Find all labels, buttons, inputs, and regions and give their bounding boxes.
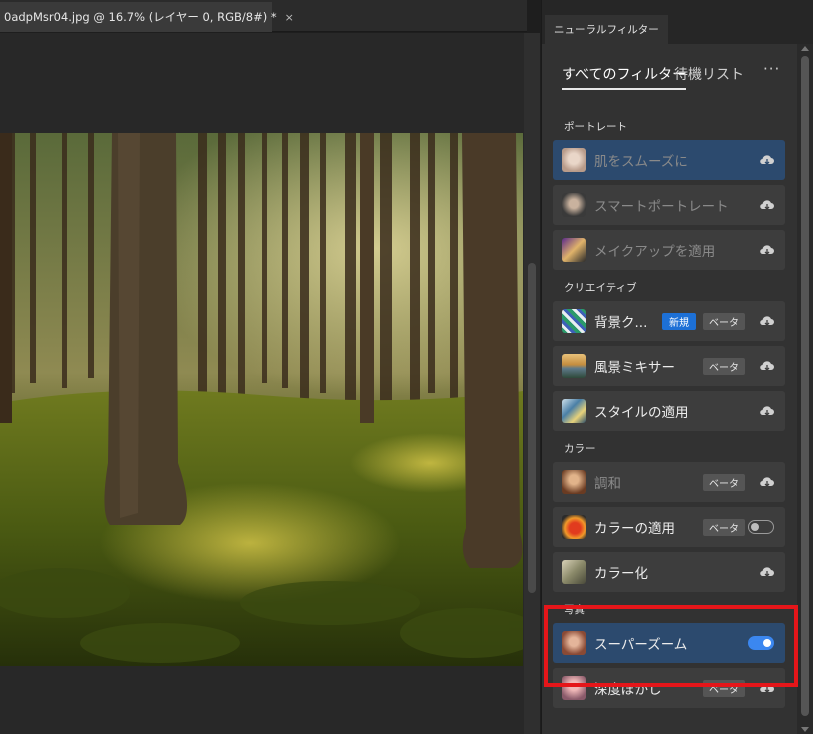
landscape-mixer-thumbnail: [562, 354, 586, 378]
panel-tab-bar: ニューラルフィルター: [542, 0, 813, 44]
beta-badge: ベータ: [703, 474, 745, 491]
filter-harmonization[interactable]: 調和 ベータ: [553, 462, 785, 502]
scroll-up-arrow-icon[interactable]: [801, 46, 809, 51]
canvas-scroll-thumb[interactable]: [528, 263, 536, 593]
filter-label: 肌をスムーズに: [594, 154, 688, 170]
panel-scroll-thumb[interactable]: [801, 56, 809, 716]
document-tab[interactable]: 0adpMsr04.jpg @ 16.7% (レイヤー 0, RGB/8#) *…: [0, 2, 294, 32]
makeup-transfer-thumbnail: [562, 238, 586, 262]
filter-label: 背景ク...: [594, 315, 648, 331]
cloud-download-icon[interactable]: [759, 565, 775, 579]
filter-landscape-mixer[interactable]: 風景ミキサー ベータ: [553, 346, 785, 386]
highlight-box: [544, 605, 798, 687]
smooth-skin-thumbnail: [562, 148, 586, 172]
filter-background-creator[interactable]: 背景ク... 新規 ベータ: [553, 301, 785, 341]
filter-makeup-transfer[interactable]: メイクアップを適用: [553, 230, 785, 270]
cloud-download-icon[interactable]: [759, 153, 775, 167]
beta-badge: ベータ: [703, 519, 745, 536]
filter-style-transfer[interactable]: スタイルの適用: [553, 391, 785, 431]
colorize-thumbnail: [562, 560, 586, 584]
beta-badge: ベータ: [703, 358, 745, 375]
harmonization-thumbnail: [562, 470, 586, 494]
background-creator-thumbnail: [562, 309, 586, 333]
beta-badge: ベータ: [703, 313, 745, 330]
color-transfer-toggle[interactable]: [748, 520, 774, 534]
filter-smooth-skin[interactable]: 肌をスムーズに: [553, 140, 785, 180]
cloud-download-icon[interactable]: [759, 243, 775, 257]
style-transfer-thumbnail: [562, 399, 586, 423]
scroll-down-arrow-icon[interactable]: [801, 727, 809, 732]
filter-label: メイクアップを適用: [594, 244, 716, 260]
cloud-download-icon[interactable]: [759, 198, 775, 212]
category-creative: クリエイティブ: [564, 282, 637, 294]
filter-label: スタイルの適用: [594, 405, 689, 421]
filter-tabs: すべてのフィルター 待機リスト ···: [553, 44, 798, 96]
filter-label: 調和: [594, 476, 621, 492]
panel-vertical-scrollbar[interactable]: [797, 44, 813, 734]
document-tab-bar: 0adpMsr04.jpg @ 16.7% (レイヤー 0, RGB/8#) *…: [0, 0, 527, 32]
canvas-vertical-scrollbar[interactable]: [524, 33, 540, 734]
new-badge: 新規: [662, 313, 696, 330]
close-tab-icon[interactable]: ×: [285, 11, 294, 24]
color-transfer-thumbnail: [562, 515, 586, 539]
filter-label: 風景ミキサー: [594, 360, 675, 376]
more-options-icon[interactable]: ···: [763, 60, 780, 78]
tab-all-filters[interactable]: すべてのフィルター: [562, 64, 687, 90]
cloud-download-icon[interactable]: [759, 359, 775, 373]
document-tab-title: 0adpMsr04.jpg @ 16.7% (レイヤー 0, RGB/8#) *: [4, 10, 277, 24]
cloud-download-icon[interactable]: [759, 475, 775, 489]
cloud-download-icon[interactable]: [759, 314, 775, 328]
tab-waitlist[interactable]: 待機リスト: [674, 64, 744, 84]
forest-photo: [0, 133, 523, 666]
filter-smart-portrait[interactable]: スマートポートレート: [553, 185, 785, 225]
neural-filters-panel-tab[interactable]: ニューラルフィルター: [545, 15, 668, 44]
category-color: カラー: [564, 443, 596, 455]
category-portrait: ポートレート: [564, 121, 627, 133]
filter-label: カラーの適用: [594, 521, 675, 537]
cloud-download-icon[interactable]: [759, 404, 775, 418]
filter-color-transfer[interactable]: カラーの適用 ベータ: [553, 507, 785, 547]
filter-colorize[interactable]: カラー化: [553, 552, 785, 592]
filter-label: カラー化: [594, 566, 648, 582]
smart-portrait-thumbnail: [562, 193, 586, 217]
filter-label: スマートポートレート: [594, 199, 729, 215]
